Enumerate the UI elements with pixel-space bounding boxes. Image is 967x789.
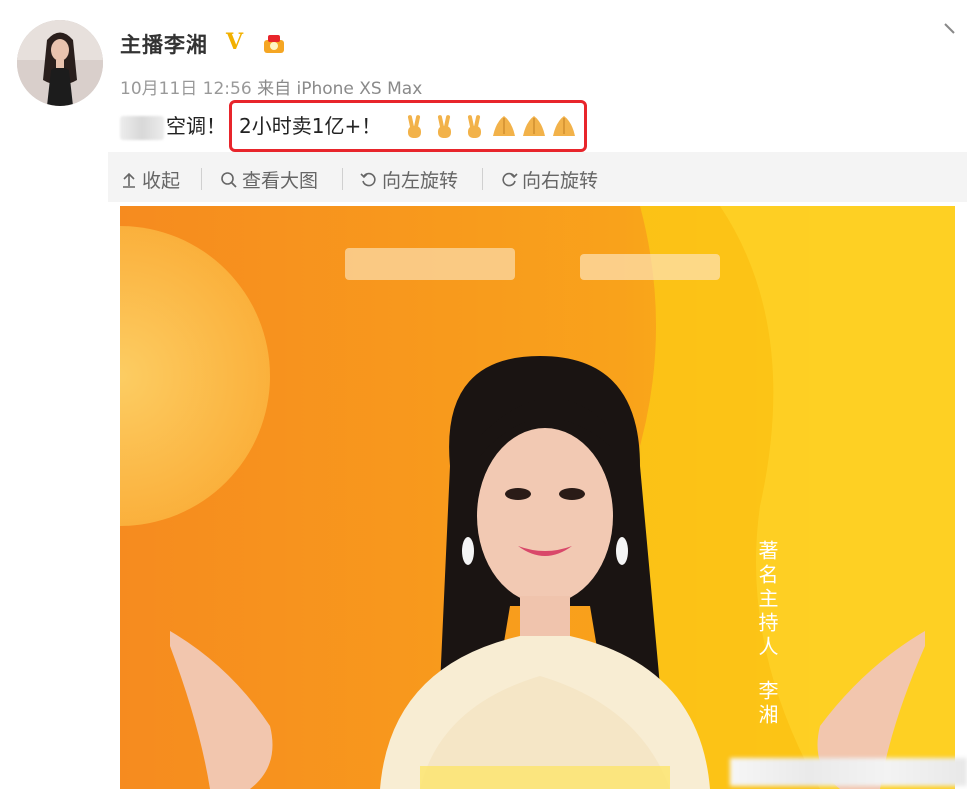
chevron-down-icon[interactable]	[942, 20, 958, 36]
image-caption-name: 李湘	[755, 680, 779, 728]
toolbar-divider	[482, 168, 483, 190]
rotate-left-button[interactable]: 向左旋转	[360, 166, 458, 193]
rotate-left-label: 向左旋转	[382, 170, 459, 192]
collapse-button[interactable]: 收起	[120, 166, 180, 193]
clap-hands-icon	[550, 112, 578, 140]
post-text: 空调！	[120, 112, 226, 140]
post-text-prefix: 空调！	[166, 114, 226, 138]
post-source: 来自 iPhone XS Max	[257, 79, 423, 99]
verified-badge-icon: V	[226, 29, 244, 55]
toolbar-divider	[342, 168, 343, 190]
victory-hand-icon	[400, 112, 428, 140]
emoji-row	[400, 112, 578, 142]
victory-hand-icon	[430, 112, 458, 140]
victory-hand-icon	[460, 112, 488, 140]
clap-hands-icon	[520, 112, 548, 140]
post-image[interactable]	[120, 206, 955, 789]
rotate-right-icon	[502, 172, 518, 186]
post-meta: 10月11日 12:56 来自 iPhone XS Max	[120, 74, 422, 99]
view-large-button[interactable]: 查看大图	[220, 166, 318, 193]
username[interactable]: 主播李湘	[120, 29, 208, 59]
blurred-text	[120, 115, 164, 140]
rotate-left-icon	[360, 172, 376, 186]
medal-icon[interactable]	[262, 34, 286, 54]
highlighted-text: 2小时卖1亿+！	[239, 114, 382, 138]
blurred-watermark	[730, 758, 967, 786]
view-large-label: 查看大图	[242, 170, 319, 192]
image-caption-title: 著名主持人	[755, 540, 779, 660]
avatar[interactable]	[17, 20, 103, 106]
toolbar-divider	[201, 168, 202, 190]
collapse-label: 收起	[142, 170, 181, 192]
search-icon	[221, 171, 237, 188]
post-date[interactable]: 10月11日 12:56	[120, 79, 252, 99]
arrow-up-icon	[123, 172, 135, 188]
clap-hands-icon	[490, 112, 518, 140]
rotate-right-button[interactable]: 向右旋转	[500, 166, 598, 193]
rotate-right-label: 向右旋转	[522, 170, 599, 192]
